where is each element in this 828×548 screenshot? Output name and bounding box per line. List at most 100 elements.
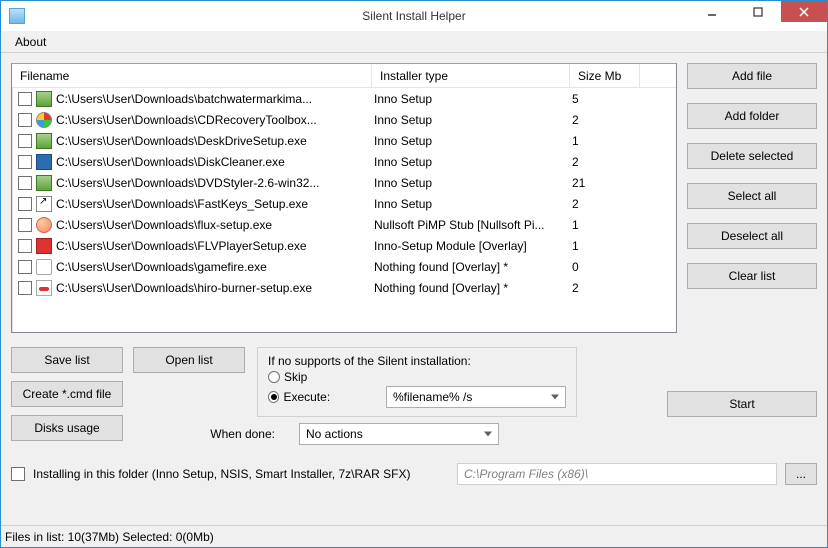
filename-cell: C:\Users\User\Downloads\DiskCleaner.exe <box>56 155 285 169</box>
col-installer[interactable]: Installer type <box>372 64 570 87</box>
file-listview[interactable]: Filename Installer type Size Mb C:\Users… <box>11 63 677 333</box>
select-all-button[interactable]: Select all <box>687 183 817 209</box>
filename-cell: C:\Users\User\Downloads\gamefire.exe <box>56 260 267 274</box>
installer-cell: Nullsoft PiMP Stub [Nullsoft Pi... <box>374 218 572 232</box>
installer-cell: Inno Setup <box>374 176 572 190</box>
row-checkbox[interactable] <box>18 134 32 148</box>
list-body[interactable]: C:\Users\User\Downloads\batchwatermarkim… <box>12 88 676 332</box>
filename-cell: C:\Users\User\Downloads\CDRecoveryToolbo… <box>56 113 317 127</box>
row-checkbox[interactable] <box>18 197 32 211</box>
menu-about[interactable]: About <box>7 33 54 51</box>
app-icon <box>9 8 25 24</box>
size-cell: 2 <box>572 155 642 169</box>
save-list-button[interactable]: Save list <box>11 347 123 373</box>
file-icon <box>36 196 52 212</box>
menubar: About <box>1 31 827 53</box>
size-cell: 1 <box>572 239 642 253</box>
when-done-combo[interactable]: No actions <box>299 423 499 445</box>
filename-cell: C:\Users\User\Downloads\flux-setup.exe <box>56 218 272 232</box>
execute-label: Execute: <box>283 390 340 404</box>
skip-radio[interactable] <box>268 371 280 383</box>
silent-prompt-label: If no supports of the Silent installatio… <box>268 354 566 368</box>
table-row[interactable]: C:\Users\User\Downloads\batchwatermarkim… <box>12 88 676 109</box>
file-icon <box>36 280 52 296</box>
table-row[interactable]: C:\Users\User\Downloads\DeskDriveSetup.e… <box>12 130 676 151</box>
create-cmd-button[interactable]: Create *.cmd file <box>11 381 123 407</box>
installer-cell: Inno Setup <box>374 197 572 211</box>
installer-cell: Inno Setup <box>374 92 572 106</box>
row-checkbox[interactable] <box>18 113 32 127</box>
table-row[interactable]: C:\Users\User\Downloads\gamefire.exe Noth… <box>12 256 676 277</box>
content-area: Filename Installer type Size Mb C:\Users… <box>1 53 827 525</box>
deselect-all-button[interactable]: Deselect all <box>687 223 817 249</box>
skip-label: Skip <box>284 370 307 384</box>
file-icon <box>36 238 52 254</box>
table-row[interactable]: C:\Users\User\Downloads\CDRecoveryToolbo… <box>12 109 676 130</box>
install-folder-checkbox[interactable] <box>11 467 25 481</box>
installer-cell: Nothing found [Overlay] * <box>374 281 572 295</box>
size-cell: 1 <box>572 134 642 148</box>
installer-cell: Inno Setup <box>374 134 572 148</box>
installer-cell: Nothing found [Overlay] * <box>374 260 572 274</box>
minimize-button[interactable] <box>689 1 735 22</box>
close-button[interactable] <box>781 1 827 22</box>
row-checkbox[interactable] <box>18 260 32 274</box>
col-size[interactable]: Size Mb <box>570 64 640 87</box>
when-done-label: When done: <box>49 427 285 441</box>
app-window: Silent Install Helper About Filename Ins… <box>0 0 828 548</box>
file-icon <box>36 217 52 233</box>
delete-selected-button[interactable]: Delete selected <box>687 143 817 169</box>
filename-cell: C:\Users\User\Downloads\FLVPlayerSetup.e… <box>56 239 307 253</box>
size-cell: 2 <box>572 197 642 211</box>
filename-cell: C:\Users\User\Downloads\batchwatermarkim… <box>56 92 312 106</box>
table-row[interactable]: C:\Users\User\Downloads\hiro-burner-setu… <box>12 277 676 298</box>
maximize-button[interactable] <box>735 1 781 22</box>
silent-group: If no supports of the Silent installatio… <box>257 347 577 417</box>
row-checkbox[interactable] <box>18 239 32 253</box>
status-text: Files in list: 10(37Mb) Selected: 0(0Mb) <box>5 530 214 544</box>
filename-cell: C:\Users\User\Downloads\DVDStyler-2.6-wi… <box>56 176 319 190</box>
titlebar: Silent Install Helper <box>1 1 827 31</box>
row-checkbox[interactable] <box>18 155 32 169</box>
col-filename[interactable]: Filename <box>12 64 372 87</box>
install-path-input[interactable]: C:\Program Files (x86)\ <box>457 463 777 485</box>
table-row[interactable]: C:\Users\User\Downloads\flux-setup.exe Nu… <box>12 214 676 235</box>
table-row[interactable]: C:\Users\User\Downloads\FLVPlayerSetup.e… <box>12 235 676 256</box>
table-row[interactable]: C:\Users\User\Downloads\DVDStyler-2.6-wi… <box>12 172 676 193</box>
side-buttons: Add file Add folder Delete selected Sele… <box>687 63 817 333</box>
add-folder-button[interactable]: Add folder <box>687 103 817 129</box>
row-checkbox[interactable] <box>18 92 32 106</box>
filename-cell: C:\Users\User\Downloads\FastKeys_Setup.e… <box>56 197 308 211</box>
size-cell: 2 <box>572 281 642 295</box>
window-title: Silent Install Helper <box>362 9 465 23</box>
statusbar: Files in list: 10(37Mb) Selected: 0(0Mb) <box>1 525 827 547</box>
install-folder-label: Installing in this folder (Inno Setup, N… <box>33 467 411 481</box>
list-header: Filename Installer type Size Mb <box>12 64 676 88</box>
size-cell: 2 <box>572 113 642 127</box>
table-row[interactable]: C:\Users\User\Downloads\FastKeys_Setup.e… <box>12 193 676 214</box>
clear-list-button[interactable]: Clear list <box>687 263 817 289</box>
table-row[interactable]: C:\Users\User\Downloads\DiskCleaner.exe I… <box>12 151 676 172</box>
filename-cell: C:\Users\User\Downloads\DeskDriveSetup.e… <box>56 134 307 148</box>
size-cell: 1 <box>572 218 642 232</box>
row-checkbox[interactable] <box>18 176 32 190</box>
file-icon <box>36 154 52 170</box>
execute-radio[interactable] <box>268 391 279 403</box>
row-checkbox[interactable] <box>18 281 32 295</box>
file-icon <box>36 175 52 191</box>
size-cell: 5 <box>572 92 642 106</box>
installer-cell: Inno-Setup Module [Overlay] <box>374 239 572 253</box>
execute-combo[interactable]: %filename% /s <box>386 386 566 408</box>
file-icon <box>36 91 52 107</box>
file-icon <box>36 112 52 128</box>
open-list-button[interactable]: Open list <box>133 347 245 373</box>
add-file-button[interactable]: Add file <box>687 63 817 89</box>
filename-cell: C:\Users\User\Downloads\hiro-burner-setu… <box>56 281 312 295</box>
size-cell: 21 <box>572 176 642 190</box>
installer-cell: Inno Setup <box>374 155 572 169</box>
file-icon <box>36 133 52 149</box>
browse-button[interactable]: ... <box>785 463 817 485</box>
start-button[interactable]: Start <box>667 391 817 417</box>
row-checkbox[interactable] <box>18 218 32 232</box>
window-controls <box>689 1 827 31</box>
